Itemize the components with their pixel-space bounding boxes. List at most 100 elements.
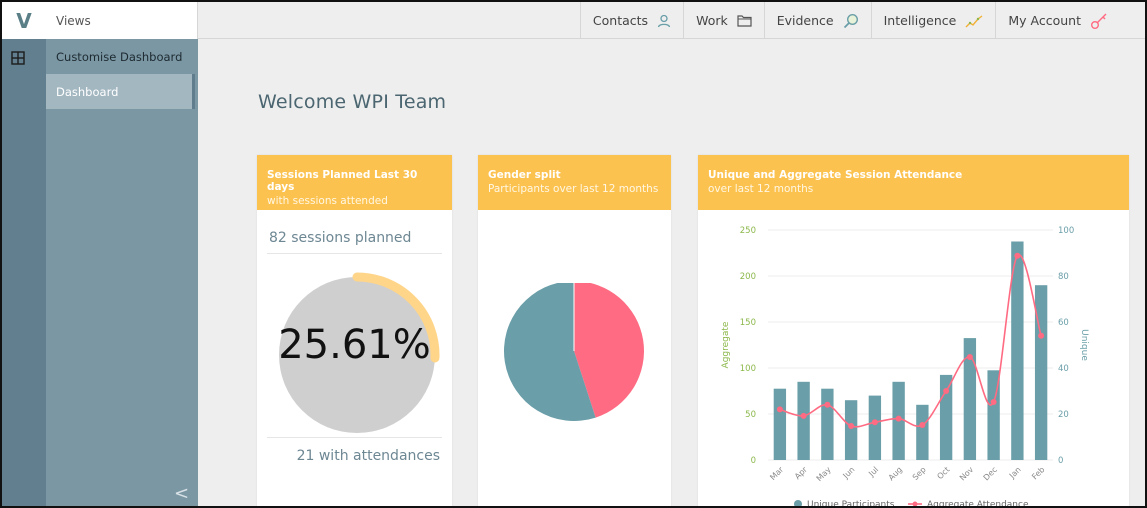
line-point-jun[interactable] <box>848 422 855 429</box>
sidebar-item-dashboard[interactable]: Dashboard <box>46 74 195 109</box>
legend-swatch-unique <box>794 500 802 506</box>
y-tick-right: 20 <box>1058 410 1069 420</box>
y-tick-left: 200 <box>740 272 756 282</box>
line-point-may[interactable] <box>824 401 831 408</box>
y-tick-left: 250 <box>740 226 756 236</box>
bar-jul[interactable] <box>868 395 882 460</box>
gender-card-subtitle: Participants over last 12 months <box>488 183 659 195</box>
y-tick-left: 0 <box>751 456 756 466</box>
x-tick-label: Mar <box>768 465 786 483</box>
x-tick-label: Feb <box>1030 465 1046 481</box>
nav-my-account[interactable]: My Account <box>995 2 1145 39</box>
line-point-dec[interactable] <box>990 399 997 406</box>
y-tick-right: 60 <box>1058 318 1069 328</box>
nav-intelligence[interactable]: Intelligence <box>870 2 996 39</box>
nav-my-account-label: My Account <box>1008 13 1081 28</box>
y-axis-label-left: Aggregate <box>721 321 731 368</box>
sessions-card: Sessions Planned Last 30 days with sessi… <box>257 155 452 506</box>
x-tick-label: Aug <box>887 465 904 482</box>
divider <box>267 437 442 438</box>
sidebar-item-label: Customise Dashboard <box>56 49 183 64</box>
nav-work[interactable]: Work <box>683 2 764 39</box>
sidebar-item-customise-dashboard[interactable]: Customise Dashboard <box>46 39 198 74</box>
nav-intelligence-label: Intelligence <box>883 13 957 28</box>
key-icon <box>1090 12 1108 30</box>
nav-contacts-label: Contacts <box>592 13 649 28</box>
nav-evidence[interactable]: Evidence <box>763 2 871 39</box>
nav-evidence-label: Evidence <box>776 13 834 28</box>
bar-mar[interactable] <box>773 388 787 460</box>
line-point-jul[interactable] <box>871 419 878 426</box>
gender-pie-chart <box>504 283 644 421</box>
attendance-card-title: Unique and Aggregate Session Attendance <box>708 169 963 181</box>
sessions-planned-text: 82 sessions planned <box>269 230 412 246</box>
dashboard-main: Welcome WPI Team Sessions Planned Last 3… <box>198 39 1145 508</box>
x-tick-label: Jul <box>866 465 880 479</box>
line-point-sep[interactable] <box>919 422 926 429</box>
x-tick-label: May <box>815 465 833 483</box>
y-tick-left: 150 <box>740 318 756 328</box>
attendance-percent: 25.61% <box>278 322 431 368</box>
attendance-card-header: Unique and Aggregate Session Attendance … <box>698 155 1129 210</box>
logo-box[interactable]: V <box>2 2 46 39</box>
sidebar-item-label: Dashboard <box>56 84 119 99</box>
bar-sep[interactable] <box>916 404 929 460</box>
icon-rail <box>2 39 46 506</box>
x-tick-label: Sep <box>911 465 928 482</box>
line-point-feb[interactable] <box>1038 332 1045 339</box>
bar-may[interactable] <box>821 388 834 460</box>
attendance-combo-chart: 0 50 100 150 200 250 0 20 40 60 80 100 Aggregate Uniq… <box>721 226 1089 508</box>
views-label: Views <box>56 13 91 28</box>
x-tick-label: Dec <box>982 465 999 482</box>
legend-label-unique[interactable]: Unique Participants <box>807 500 895 508</box>
gender-card-header: Gender split Participants over last 12 m… <box>478 155 671 210</box>
x-tick-label: Jun <box>841 465 857 481</box>
line-point-jan[interactable] <box>1014 252 1021 259</box>
bar-jun[interactable] <box>844 400 858 460</box>
top-bar: V Views Contacts Work Evidence Intellige… <box>2 2 1145 39</box>
sidebar: Customise Dashboard Dashboard < <box>46 39 198 506</box>
line-point-oct[interactable] <box>943 388 950 394</box>
y-tick-right: 100 <box>1058 226 1074 236</box>
sessions-card-title: Sessions Planned Last 30 days <box>267 169 418 193</box>
y-tick-left: 50 <box>745 410 756 420</box>
line-point-mar[interactable] <box>776 406 783 413</box>
main-nav: Contacts Work Evidence Intelligence My A… <box>579 2 1145 39</box>
sessions-card-subtitle: with sessions attended <box>267 195 388 207</box>
aggregate-line <box>779 254 1042 428</box>
views-menu[interactable]: Views <box>46 2 198 39</box>
app-logo: V <box>16 8 32 33</box>
line-point-nov[interactable] <box>966 353 973 360</box>
line-point-aug[interactable] <box>895 415 902 422</box>
gender-card-title: Gender split <box>488 169 561 181</box>
y-tick-right: 40 <box>1058 364 1069 374</box>
folder-icon <box>737 14 752 27</box>
app-window: V Views Contacts Work Evidence Intellige… <box>0 0 1147 508</box>
bar-oct[interactable] <box>939 374 953 460</box>
search-icon <box>843 13 859 29</box>
nav-work-label: Work <box>696 13 728 28</box>
sessions-card-header: Sessions Planned Last 30 days with sessi… <box>257 155 452 210</box>
y-tick-right: 0 <box>1058 456 1063 466</box>
line-point-apr[interactable] <box>800 412 807 419</box>
x-tick-label: Apr <box>793 465 810 482</box>
bar-apr[interactable] <box>797 381 810 460</box>
attendance-card: Unique and Aggregate Session Attendance … <box>698 155 1129 508</box>
y-tick-left: 100 <box>740 364 756 374</box>
x-tick-label: Oct <box>935 465 951 481</box>
bar-feb[interactable] <box>1034 285 1048 460</box>
trend-icon <box>965 14 983 28</box>
attendances-text: 21 with attendances <box>296 448 440 464</box>
person-icon <box>657 14 671 28</box>
nav-contacts[interactable]: Contacts <box>579 2 683 39</box>
gender-card: Gender split Participants over last 12 m… <box>478 155 671 506</box>
attendance-card-subtitle: over last 12 months <box>708 183 814 195</box>
legend-label-aggregate[interactable]: Aggregate Attendance <box>927 500 1029 508</box>
dashboard-grid-icon[interactable] <box>11 50 25 69</box>
page-title: Welcome WPI Team <box>258 91 447 113</box>
collapse-sidebar-icon[interactable]: < <box>174 483 189 504</box>
y-tick-right: 80 <box>1058 272 1069 282</box>
legend-swatch-aggregate-dot <box>912 501 918 506</box>
x-tick-label: Jan <box>1007 465 1023 481</box>
x-tick-label: Nov <box>958 465 976 483</box>
